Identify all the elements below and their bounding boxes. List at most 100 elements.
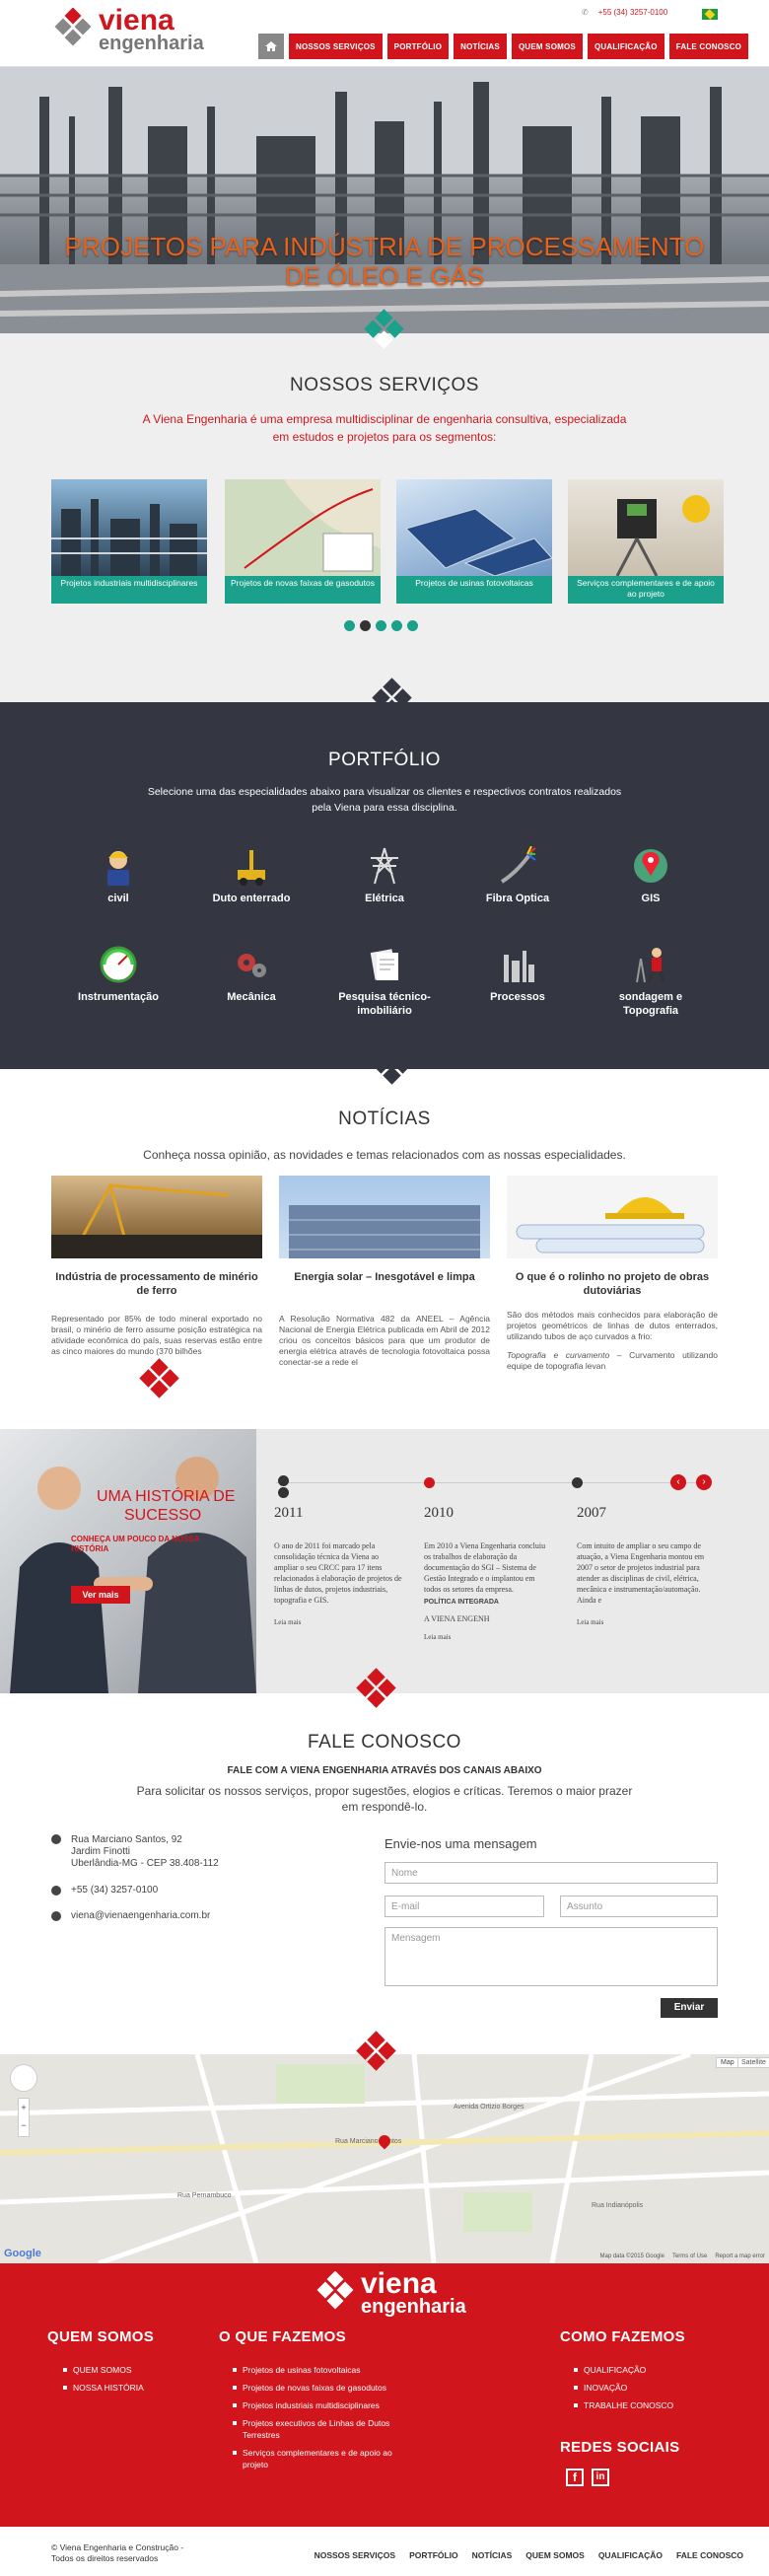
map-zoom-control[interactable]: + − — [18, 2098, 30, 2137]
portfolio-item-civil[interactable]: civil — [59, 846, 177, 905]
slider-dot[interactable] — [376, 620, 386, 631]
slider-dot[interactable] — [391, 620, 402, 631]
footer-link[interactable]: Projetos de usinas fotovoltaicas — [233, 2364, 400, 2376]
map-type-button[interactable]: Map — [716, 2057, 739, 2068]
worker-icon — [99, 846, 138, 886]
portfolio-intro: Selecione uma das especialidades abaixo … — [147, 786, 622, 814]
gauge-icon — [99, 945, 138, 984]
portfolio-item-sondagem[interactable]: sondagem e Topografia — [592, 945, 710, 1018]
portfolio-item-duto-enterrado[interactable]: Duto enterrado — [192, 846, 311, 905]
send-button[interactable]: Enviar — [661, 1998, 718, 2018]
footer-link[interactable]: Projetos executivos de Linhas de Dutos T… — [233, 2417, 400, 2441]
services-intro: A Viena Engenharia é uma empresa multidi… — [142, 412, 627, 444]
footer-link[interactable]: QUEM SOMOS — [63, 2364, 211, 2376]
read-more-link[interactable]: Leia mais — [424, 1632, 552, 1643]
nav-item-qualificacao[interactable]: QUALIFICAÇÃO — [587, 34, 664, 59]
news-item-title[interactable]: O que é o rolinho no projeto de obras du… — [507, 1270, 718, 1298]
footer-col1-title: QUEM SOMOS — [47, 2328, 155, 2345]
footer-link[interactable]: Projetos de novas faixas de gasodutos — [233, 2382, 400, 2394]
brazil-flag-icon[interactable] — [702, 9, 718, 20]
surveyor-icon — [631, 945, 670, 984]
news-image-solar[interactable] — [279, 1176, 490, 1258]
timeline-dot[interactable] — [424, 1477, 435, 1488]
services-slider-dots — [344, 620, 418, 631]
service-card-gasodutos[interactable]: Projetos de novas faixas de gasodutos — [225, 479, 381, 604]
linkedin-icon[interactable]: in — [592, 2469, 609, 2486]
bottom-nav-item[interactable]: QUEM SOMOS — [525, 2550, 585, 2560]
copyright: © Viena Engenharia e Construção - Todos … — [51, 2542, 184, 2563]
footer-link[interactable]: Serviços complementares e de apoio ao pr… — [233, 2447, 400, 2470]
service-card-fotovoltaicas[interactable]: Projetos de usinas fotovoltaicas — [396, 479, 552, 604]
white-diamonds-icon — [371, 678, 414, 724]
portfolio-item-fibra-optica[interactable]: Fibra Optica — [458, 845, 577, 905]
location-map[interactable]: Rua Marciano Santos Avenida Ortizio Borg… — [0, 2054, 769, 2263]
timeline-prev-button[interactable]: ‹ — [670, 1474, 686, 1490]
timeline-dot[interactable] — [572, 1477, 583, 1488]
message-field[interactable]: Mensagem — [384, 1927, 718, 1986]
subject-field[interactable]: Assunto — [560, 1896, 718, 1917]
businessmen-handshake-icon — [10, 1457, 256, 1693]
portfolio-item-gis[interactable]: GIS — [592, 846, 710, 905]
footer-col2-list: Projetos de usinas fotovoltaicas Projeto… — [233, 2364, 400, 2476]
satellite-type-button[interactable]: Satellite — [737, 2057, 769, 2068]
footer-link[interactable]: INOVAÇÃO — [574, 2382, 722, 2394]
footer-link[interactable]: Projetos industriais multidisciplinares — [233, 2399, 400, 2411]
main-nav: NOSSOS SERVIÇOS PORTFÓLIO NOTÍCIAS QUEM … — [258, 34, 749, 59]
nav-item-noticias[interactable]: NOTÍCIAS — [454, 34, 507, 59]
map-pin-icon — [631, 846, 670, 886]
service-card-complementares[interactable]: Serviços complementares e de apoio ao pr… — [568, 479, 724, 604]
name-field[interactable]: Nome — [384, 1862, 718, 1884]
portfolio-item-processos[interactable]: Processos — [458, 945, 577, 1004]
portfolio-item-eletrica[interactable]: Elétrica — [325, 846, 444, 905]
bottom-nav-item[interactable]: NOTÍCIAS — [472, 2550, 513, 2560]
logo[interactable]: viena engenharia — [51, 4, 204, 57]
history-more-button[interactable]: Ver mais — [71, 1586, 130, 1604]
google-logo: Google — [4, 2248, 41, 2259]
footer-logo[interactable]: viena engenharia — [314, 2269, 466, 2321]
contact-email[interactable]: viena@vienaengenharia.com.br — [71, 1910, 210, 1922]
news-item-title[interactable]: Energia solar – Inesgotável e limpa — [279, 1270, 490, 1284]
bottom-nav-item[interactable]: QUALIFICAÇÃO — [598, 2550, 663, 2560]
portfolio-title: PORTFÓLIO — [328, 750, 441, 770]
bottom-nav-item[interactable]: FALE CONOSCO — [676, 2550, 743, 2560]
pipeline-map-image — [225, 479, 381, 576]
footer-link[interactable]: QUALIFICAÇÃO — [574, 2364, 722, 2376]
portfolio-item-pesquisa[interactable]: Pesquisa técnico-imobiliário — [325, 945, 444, 1018]
contact-intro: Para solicitar os nossos serviços, propo… — [136, 1784, 633, 1814]
contact-phone: +55 (34) 3257-0100 — [71, 1885, 159, 1896]
portfolio-item-instrumentacao[interactable]: Instrumentação — [59, 945, 177, 1004]
map-pan-control[interactable] — [10, 2064, 37, 2092]
news-image-mineral[interactable] — [51, 1176, 262, 1258]
mining-crane-icon — [51, 1183, 262, 1258]
nav-item-quem-somos[interactable]: QUEM SOMOS — [511, 34, 583, 59]
bottom-nav-item[interactable]: PORTFÓLIO — [409, 2550, 458, 2560]
gears-icon — [232, 945, 271, 984]
home-button[interactable] — [258, 34, 284, 59]
nav-item-fale-conosco[interactable]: FALE CONOSCO — [668, 34, 749, 59]
email-field[interactable]: E-mail — [384, 1896, 544, 1917]
news-image-rolinho[interactable] — [507, 1176, 718, 1258]
slider-dot[interactable] — [407, 620, 418, 631]
news-item-title[interactable]: Indústria de processamento de minério de… — [51, 1270, 262, 1298]
logo-text-viena: viena — [99, 4, 175, 36]
read-more-link[interactable]: Leia mais — [274, 1617, 402, 1628]
facebook-icon[interactable]: f — [566, 2469, 584, 2486]
timeline-next-button[interactable]: › — [696, 1474, 712, 1490]
portfolio-item-mecanica[interactable]: Mecânica — [192, 945, 311, 1004]
slider-dot-active[interactable] — [360, 620, 371, 631]
nav-item-servicos[interactable]: NOSSOS SERVIÇOS — [289, 34, 383, 59]
slider-dot[interactable] — [344, 620, 355, 631]
service-card-industrial[interactable]: Projetos industriais multidisciplinares — [51, 479, 207, 604]
footer-bottom-bar: © Viena Engenharia e Construção - Todos … — [0, 2527, 769, 2576]
form-title: Envie-nos uma mensagem — [384, 1836, 537, 1851]
read-more-link[interactable]: Leia mais — [577, 1617, 705, 1628]
timeline-dot[interactable] — [278, 1487, 289, 1498]
footer-link[interactable]: NOSSA HISTÓRIA — [63, 2382, 211, 2394]
solar-panel-icon — [405, 508, 552, 576]
timeline-dot[interactable] — [278, 1475, 289, 1486]
drill-rig-icon — [232, 846, 271, 886]
bottom-nav-item[interactable]: NOSSOS SERVIÇOS — [315, 2550, 396, 2560]
nav-item-portfolio[interactable]: PORTFÓLIO — [386, 34, 450, 59]
footer-link[interactable]: TRABALHE CONOSCO — [574, 2399, 722, 2411]
contact-subtitle: FALE COM A VIENA ENGENHARIA ATRAVÉS DOS … — [227, 1765, 542, 1776]
